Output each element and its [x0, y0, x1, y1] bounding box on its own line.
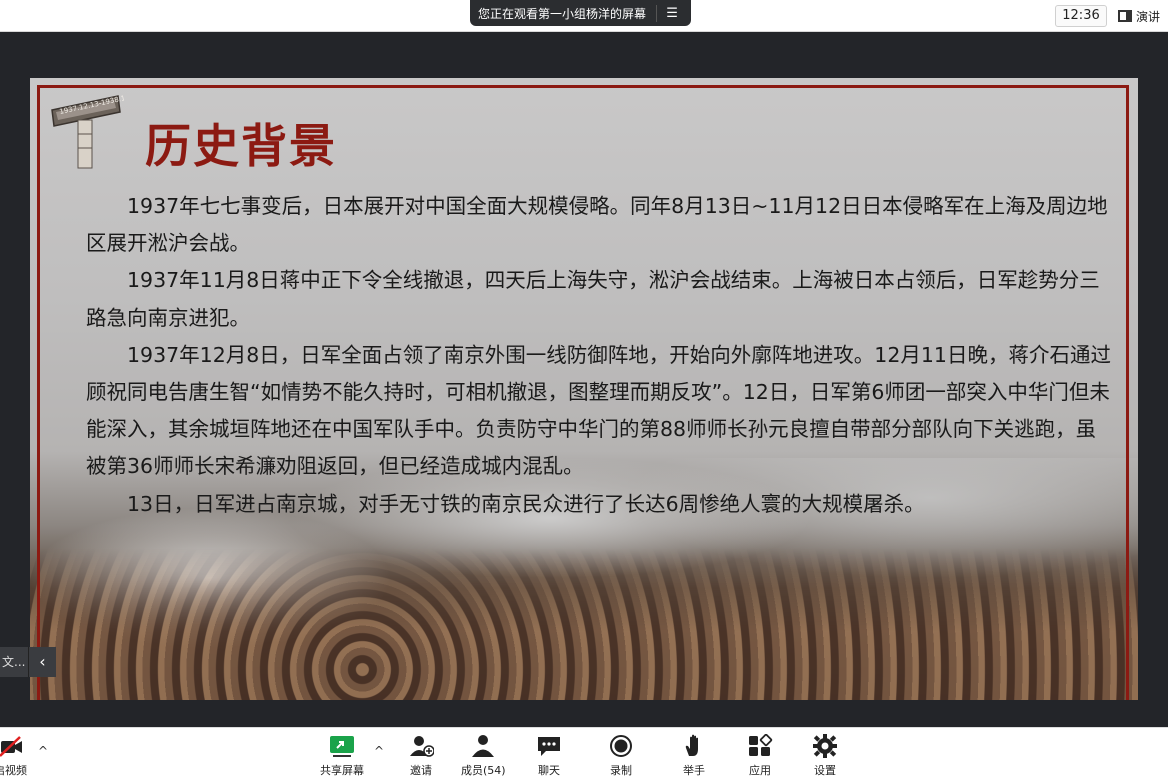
gear-icon — [813, 734, 837, 758]
paragraph-4: 13日，日军进占南京城，对手无寸铁的南京民众进行了长达6周惨绝人寰的大规模屠杀。 — [127, 491, 925, 516]
invite-label: 邀请 — [410, 764, 432, 777]
side-panel-tab[interactable]: 文... ‹ — [0, 647, 56, 677]
slide-title: 历史背景 — [145, 119, 337, 173]
members-label: 成员(54) — [461, 764, 506, 777]
record-button[interactable]: 录制 — [608, 734, 634, 778]
side-panel-label: 文... — [0, 647, 28, 677]
slide-body: 1937年七七事变后，日本展开对中国全面大规模侵略。同年8月13日~11月12日… — [86, 188, 1111, 523]
record-label: 录制 — [610, 764, 632, 777]
raise-hand-button[interactable]: 举手 — [681, 734, 707, 778]
video-label: 启视频 — [0, 764, 27, 777]
share-screen-button[interactable]: 共享屏幕 — [320, 734, 364, 778]
paragraph-1: 1937年七七事变后，日本展开对中国全面大规模侵略。同年8月13日~11月12日… — [86, 194, 1108, 256]
paragraph-2: 1937年11月8日蒋中正下令全线撤退，四天后上海失守，淞沪会战结束。上海被日本… — [86, 268, 1100, 330]
invite-user-icon — [410, 736, 434, 757]
speaker-view-icon — [1118, 10, 1132, 22]
paragraph-3: 1937年12月8日，日军全面占领了南京外围一线防御阵地，开始向外廓阵地进攻。1… — [86, 342, 1111, 479]
apps-label: 应用 — [749, 764, 771, 777]
share-screen-label: 共享屏幕 — [320, 764, 364, 777]
record-icon — [610, 735, 632, 757]
members-button[interactable]: 成员(54) — [461, 734, 506, 778]
members-icon — [472, 735, 495, 757]
chat-button[interactable]: 聊天 — [536, 734, 562, 778]
apps-button[interactable]: 应用 — [747, 734, 773, 778]
chevron-left-icon[interactable]: ‹ — [28, 647, 56, 677]
list-menu-icon[interactable]: ☰ — [661, 6, 683, 21]
meeting-toolbar: 启视频 ^ 共享屏幕 ^ 邀请 成员(54) — [0, 727, 1168, 779]
screen-share-banner[interactable]: 您正在观看第一小组杨洋的屏幕 ☰ — [470, 0, 692, 26]
settings-label: 设置 — [814, 764, 836, 777]
share-notice-text: 您正在观看第一小组杨洋的屏幕 — [478, 4, 658, 22]
raise-hand-icon — [685, 734, 698, 756]
video-button[interactable]: 启视频 — [0, 734, 27, 778]
raise-hand-label: 举手 — [683, 764, 705, 777]
view-mode-label: 演讲 — [1136, 9, 1161, 24]
view-mode-button[interactable]: 演讲 — [1118, 5, 1160, 27]
apps-grid-icon — [749, 734, 773, 756]
video-options-chevron-icon[interactable]: ^ — [38, 744, 48, 758]
invite-button[interactable]: 邀请 — [408, 734, 434, 778]
presentation-slide: 1937.12.13-1938.1 历史背景 1937年七七事变后，日本展开对中… — [30, 78, 1138, 700]
settings-button[interactable]: 设置 — [812, 734, 838, 778]
chat-label: 聊天 — [538, 764, 560, 777]
video-off-icon — [0, 736, 22, 757]
share-options-chevron-icon[interactable]: ^ — [374, 744, 384, 758]
chat-bubble-icon — [538, 737, 560, 756]
meeting-clock: 12:36 — [1055, 5, 1107, 27]
shared-screen-area: 1937.12.13-1938.1 历史背景 1937年七七事变后，日本展开对中… — [0, 33, 1168, 727]
memorial-monument-icon: 1937.12.13-1938.1 — [51, 94, 124, 169]
top-bar: 您正在观看第一小组杨洋的屏幕 ☰ 12:36 演讲 — [0, 0, 1168, 32]
share-screen-icon — [330, 736, 354, 757]
